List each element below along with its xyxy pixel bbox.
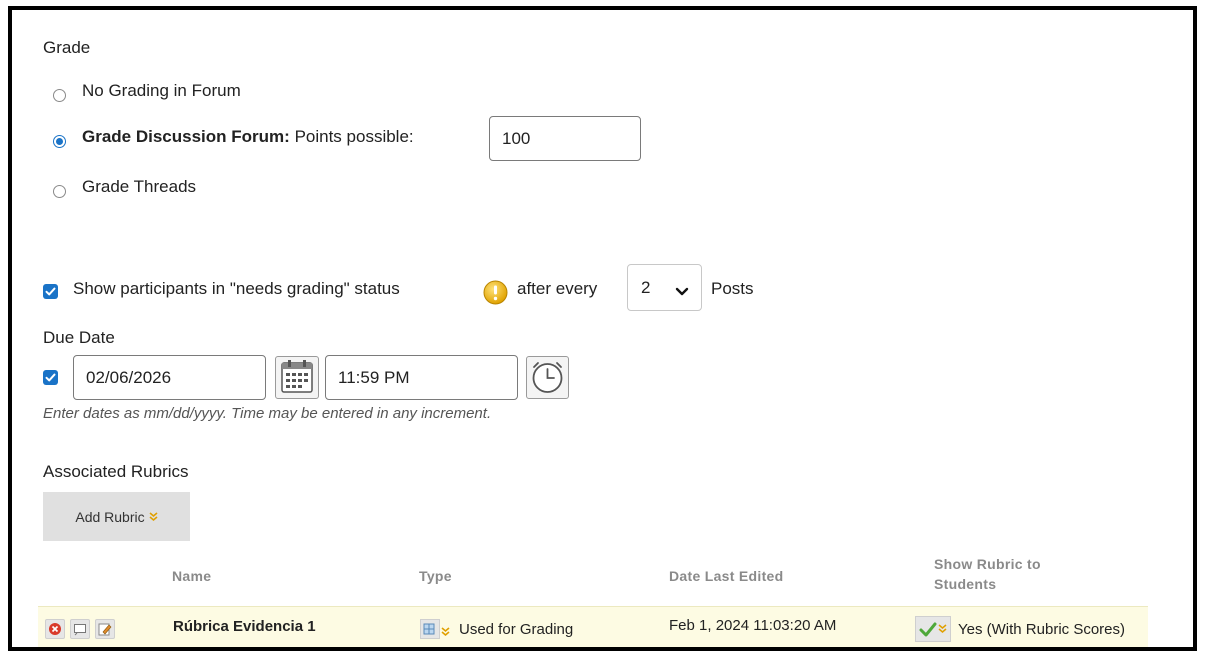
radio-grade-forum-label: Grade Discussion Forum: Points possible:	[82, 127, 414, 147]
rubric-date-edited: Feb 1, 2024 11:03:20 AM	[669, 617, 837, 634]
posts-count-value: 2	[641, 277, 651, 297]
radio-grade-threads[interactable]	[53, 185, 66, 198]
show-rubric-value: Yes (With Rubric Scores)	[958, 621, 1125, 638]
grade-heading: Grade	[43, 38, 91, 57]
due-date-input[interactable]: 02/06/2026	[73, 355, 266, 400]
date-format-hint: Enter dates as mm/dd/yyyy. Time may be e…	[43, 405, 492, 422]
check-icon	[45, 373, 56, 382]
after-every-label: after every	[517, 279, 598, 298]
due-time-input[interactable]: 11:59 PM	[325, 355, 518, 400]
col-header-show[interactable]: Show Rubric to Students	[934, 554, 1041, 594]
radio-no-grading-label: No Grading in Forum	[82, 81, 241, 100]
col-header-show-line1: Show Rubric to	[934, 556, 1041, 572]
grading-panel: Grade No Grading in Forum Grade Discussi…	[8, 6, 1197, 651]
posts-label: Posts	[711, 279, 754, 298]
calendar-icon[interactable]	[275, 356, 319, 399]
col-header-date[interactable]: Date Last Edited	[669, 568, 784, 584]
chevron-down-icon	[675, 282, 689, 302]
clock-icon[interactable]	[526, 356, 569, 399]
type-menu-chevron-icon[interactable]	[441, 624, 450, 642]
check-icon	[45, 287, 56, 296]
posts-count-select[interactable]: 2	[627, 264, 702, 311]
due-date-heading: Due Date	[43, 328, 115, 347]
show-rubric-toggle[interactable]	[915, 616, 951, 642]
warning-icon	[483, 280, 508, 305]
col-header-type[interactable]: Type	[419, 568, 452, 584]
rubric-name-link[interactable]: Rúbrica Evidencia 1	[173, 618, 316, 635]
col-header-show-line2: Students	[934, 576, 997, 592]
due-date-checkbox[interactable]	[43, 370, 58, 385]
remove-icon[interactable]	[45, 619, 65, 639]
edit-icon[interactable]	[95, 619, 115, 639]
needs-grading-label: Show participants in "needs grading" sta…	[73, 279, 400, 298]
radio-grade-forum[interactable]	[53, 135, 66, 148]
radio-grade-threads-label: Grade Threads	[82, 177, 197, 196]
rubrics-heading: Associated Rubrics	[43, 462, 189, 481]
points-possible-label: Points possible:	[294, 127, 414, 146]
add-rubric-label: Add Rubric	[75, 508, 145, 525]
points-possible-input[interactable]: 100	[489, 116, 641, 161]
rubric-type: Used for Grading	[459, 621, 574, 638]
double-chevron-down-icon	[149, 509, 158, 525]
table-row: Rúbrica Evidencia 1 Used for Grading Feb…	[38, 606, 1148, 647]
preview-icon[interactable]	[70, 619, 90, 639]
grade-forum-bold-label: Grade Discussion Forum:	[82, 127, 290, 146]
add-rubric-button[interactable]: Add Rubric	[43, 492, 190, 541]
needs-grading-checkbox[interactable]	[43, 284, 58, 299]
col-header-name[interactable]: Name	[172, 568, 211, 584]
rubric-type-icon[interactable]	[420, 619, 440, 639]
radio-no-grading[interactable]	[53, 89, 66, 102]
